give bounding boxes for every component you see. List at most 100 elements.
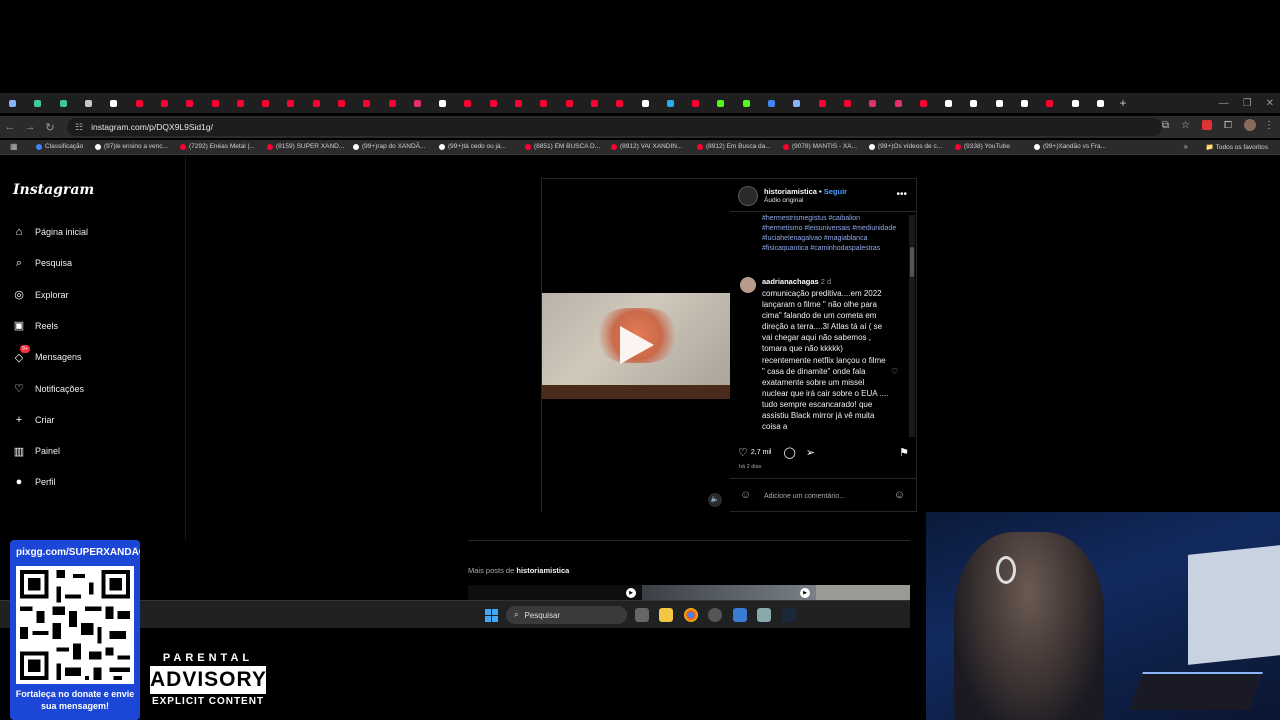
video-player[interactable]: 🔈 <box>542 179 730 513</box>
browser-tab[interactable] <box>607 93 632 113</box>
maximize-icon[interactable]: ❐ <box>1243 98 1252 109</box>
browser-tab[interactable] <box>1088 93 1113 113</box>
taskbar-search[interactable]: ⌕ Pesquisar <box>506 606 627 624</box>
browser-tab[interactable] <box>76 93 101 113</box>
install-app-icon[interactable]: ⧉ <box>1162 120 1169 131</box>
comments-scroll-area[interactable]: #hermestrismegistus #caibalion #hermetis… <box>730 213 917 437</box>
browser-tab[interactable] <box>405 93 430 113</box>
browser-tab[interactable] <box>860 93 885 113</box>
profile-avatar[interactable] <box>1244 119 1256 131</box>
browser-tab[interactable] <box>961 93 986 113</box>
browser-tab[interactable] <box>911 93 936 113</box>
browser-tab[interactable] <box>455 93 480 113</box>
save-icon[interactable]: ⚑ <box>899 446 909 459</box>
bookmark-item[interactable]: (9078) MANTIS - XA... <box>783 143 857 150</box>
bookmark-item[interactable]: (99+)Xandão vs Fra... <box>1034 143 1106 150</box>
browser-tab[interactable] <box>278 93 303 113</box>
more-post-thumb[interactable] <box>642 585 816 601</box>
caption-hashtags[interactable]: #hermestrismegistus #caibalion #hermetis… <box>762 214 902 254</box>
browser-tab[interactable] <box>51 93 76 113</box>
extensions-puzzle-icon[interactable]: ⧠ <box>1224 120 1232 131</box>
close-window-icon[interactable]: ✕ <box>1266 98 1274 109</box>
browser-tab[interactable] <box>329 93 354 113</box>
browser-tab[interactable] <box>784 93 809 113</box>
bookmark-item[interactable]: (8159) SUPER XAND... <box>267 143 344 150</box>
browser-tab[interactable] <box>152 93 177 113</box>
commenter-avatar[interactable] <box>740 277 756 293</box>
browser-menu-icon[interactable]: ⋮ <box>1264 120 1274 131</box>
comment-input[interactable]: Adicione um comentário... <box>764 493 845 500</box>
app-icon-2[interactable] <box>733 608 747 622</box>
browser-tab[interactable] <box>1037 93 1062 113</box>
browser-tab[interactable] <box>632 93 657 113</box>
bookmark-item[interactable]: (99+)tá cedo ou já... <box>439 143 506 150</box>
more-posts-user[interactable]: historiamistica <box>516 566 569 575</box>
commenter-username[interactable]: aadrianachagas <box>762 277 819 286</box>
browser-tab[interactable] <box>734 93 759 113</box>
settings-icon[interactable] <box>757 608 771 622</box>
bookmarks-overflow-icon[interactable]: » <box>1184 142 1188 151</box>
browser-tab[interactable] <box>987 93 1012 113</box>
browser-tab[interactable] <box>430 93 455 113</box>
audio-label[interactable]: Áudio original <box>764 197 803 204</box>
browser-tab[interactable] <box>177 93 202 113</box>
browser-tab[interactable] <box>101 93 126 113</box>
author-username[interactable]: historiamistica <box>764 187 817 196</box>
follow-button[interactable]: Seguir <box>824 187 847 196</box>
like-icon[interactable]: ♡ <box>738 446 748 459</box>
nav-heart[interactable]: ♡ Notificações <box>12 382 84 396</box>
browser-tab[interactable] <box>481 93 506 113</box>
nav-avatar[interactable]: ● Perfil <box>12 475 56 489</box>
chrome-icon[interactable] <box>684 608 698 622</box>
browser-tab[interactable] <box>835 93 860 113</box>
bookmark-item[interactable]: (97)le ensino a venc... <box>95 143 168 150</box>
comment-icon[interactable]: ◯ <box>784 446 796 459</box>
apps-grid-icon[interactable]: ▦ <box>10 142 18 151</box>
scrollbar-thumb[interactable] <box>910 247 914 277</box>
bookmark-item[interactable]: (99+)rap do XANDÃ... <box>353 143 425 150</box>
emoji-icon[interactable]: ☺ <box>894 489 905 501</box>
browser-tab[interactable] <box>557 93 582 113</box>
more-post-thumb[interactable] <box>816 585 910 601</box>
nav-compass[interactable]: ◎ Explorar <box>12 288 68 302</box>
address-bar[interactable]: ☷ instagram.com/p/DQX9L9Sid1g/ <box>67 118 1162 136</box>
new-tab-button[interactable]: + <box>1113 96 1133 110</box>
more-options-icon[interactable]: ••• <box>896 189 907 200</box>
likes-count[interactable]: 2,7 mil <box>751 449 772 456</box>
bookmark-item[interactable]: (7292) Enéas Metal |... <box>180 143 255 150</box>
reload-icon[interactable]: ↻ <box>40 121 60 134</box>
windows-start-icon[interactable] <box>485 609 498 622</box>
browser-tab[interactable] <box>936 93 961 113</box>
browser-tab[interactable] <box>1062 93 1087 113</box>
author-avatar[interactable] <box>738 186 758 206</box>
browser-tab[interactable] <box>228 93 253 113</box>
bookmark-star-icon[interactable]: ☆ <box>1181 120 1190 131</box>
nav-search[interactable]: ⌕ Pesquisa <box>12 256 72 270</box>
file-explorer-icon[interactable] <box>659 608 673 622</box>
bookmark-item[interactable]: (8912) Em Busca da... <box>697 143 771 150</box>
browser-tab[interactable] <box>582 93 607 113</box>
browser-tab[interactable] <box>202 93 227 113</box>
browser-tab[interactable] <box>379 93 404 113</box>
nav-plus[interactable]: + Criar <box>12 413 55 427</box>
browser-tab[interactable] <box>304 93 329 113</box>
all-bookmarks[interactable]: 📁 Todos os favoritos <box>1206 143 1268 151</box>
browser-tab[interactable] <box>885 93 910 113</box>
back-icon[interactable]: ← <box>0 121 20 133</box>
nav-dashboard[interactable]: ▥ Painel <box>12 444 60 458</box>
task-view-icon[interactable] <box>635 608 649 622</box>
minimize-icon[interactable]: — <box>1219 98 1229 109</box>
browser-tab[interactable] <box>1012 93 1037 113</box>
browser-tab[interactable] <box>658 93 683 113</box>
bookmark-item[interactable]: (8912) VAI XANDIN... <box>611 143 682 150</box>
bookmark-item[interactable]: Classificação <box>36 143 83 150</box>
extension-icon[interactable] <box>1202 120 1212 130</box>
nav-home[interactable]: ⌂ Página inicial <box>12 225 88 239</box>
browser-tab[interactable] <box>810 93 835 113</box>
steam-icon[interactable] <box>782 608 796 622</box>
browser-tab[interactable] <box>531 93 556 113</box>
app-icon[interactable] <box>708 608 722 622</box>
play-icon[interactable] <box>620 326 654 364</box>
browser-tab[interactable] <box>708 93 733 113</box>
browser-tab[interactable] <box>0 93 25 113</box>
